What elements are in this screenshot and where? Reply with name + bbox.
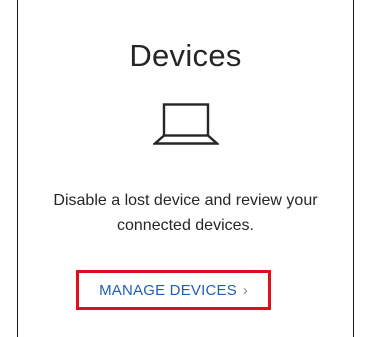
laptop-icon — [153, 103, 219, 145]
manage-devices-link[interactable]: MANAGE DEVICES › — [76, 270, 271, 310]
manage-devices-label: MANAGE DEVICES — [99, 281, 237, 299]
card-description: Disable a lost device and review your co… — [18, 188, 353, 238]
description-line-1: Disable a lost device and review your — [53, 192, 318, 209]
card-title: Devices — [129, 38, 242, 73]
description-line-2: connected devices. — [117, 217, 254, 234]
chevron-right-icon: › — [242, 281, 248, 299]
card-border-right — [353, 0, 354, 337]
devices-card: Devices Disable a lost device and review… — [0, 0, 369, 337]
